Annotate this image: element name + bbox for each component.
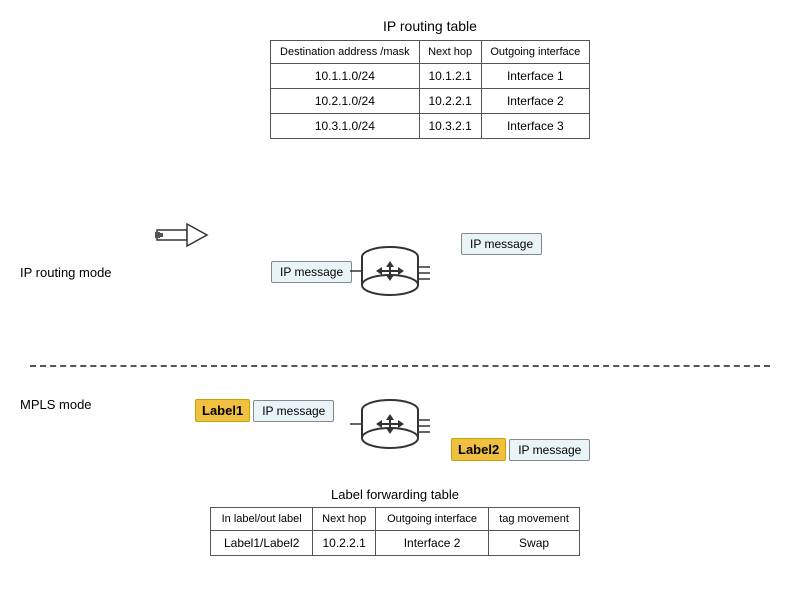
- label-forwarding-table-section: Label forwarding table In label/out labe…: [210, 487, 580, 556]
- lft-col-nexthop: Next hop: [313, 508, 376, 531]
- ip-msg-box-incoming: IP message: [271, 261, 352, 283]
- routing-table: Destination address /mask Next hop Outgo…: [270, 40, 590, 139]
- mpls-mode-label: MPLS mode: [20, 397, 92, 412]
- ip-routing-table-title: IP routing table: [270, 18, 590, 34]
- ip-message-outgoing: IP message: [461, 233, 542, 255]
- ip-msg-box-mpls-in: IP message: [253, 400, 334, 422]
- mpls-incoming-packet: Label1 IP message: [195, 399, 334, 422]
- table-row: 10.3.1.0/24 10.3.2.1 Interface 3: [271, 114, 590, 139]
- router-ip-mode: [350, 237, 430, 310]
- ip-routing-mode-label: IP routing mode: [20, 265, 112, 280]
- lft-col-inout: In label/out label: [211, 508, 313, 531]
- col-header-nexthop: Next hop: [419, 41, 481, 64]
- ip-message-incoming: IP message: [271, 261, 352, 283]
- lft-table-row: Label1/Label2 10.2.2.1 Interface 2 Swap: [211, 531, 580, 556]
- arrow-icon: [155, 220, 210, 253]
- router-mpls-mode: [350, 390, 430, 463]
- table-row: 10.2.1.0/24 10.2.2.1 Interface 2: [271, 89, 590, 114]
- ip-msg-box-mpls-out: IP message: [509, 439, 590, 461]
- ip-msg-box-outgoing: IP message: [461, 233, 542, 255]
- table-row: 10.1.1.0/24 10.1.2.1 Interface 1: [271, 64, 590, 89]
- col-header-dest: Destination address /mask: [271, 41, 420, 64]
- lft-title: Label forwarding table: [210, 487, 580, 502]
- col-header-outgoing: Outgoing interface: [481, 41, 589, 64]
- label1-box: Label1: [195, 399, 250, 422]
- label2-box: Label2: [451, 438, 506, 461]
- mpls-outgoing-packet: Label2 IP message: [451, 438, 590, 461]
- ip-routing-table-section: IP routing table Destination address /ma…: [270, 18, 590, 139]
- lft-col-tagmov: tag movement: [489, 508, 580, 531]
- lft-col-outgoing: Outgoing interface: [376, 508, 489, 531]
- section-divider: [30, 365, 770, 367]
- lft-table: In label/out label Next hop Outgoing int…: [210, 507, 580, 556]
